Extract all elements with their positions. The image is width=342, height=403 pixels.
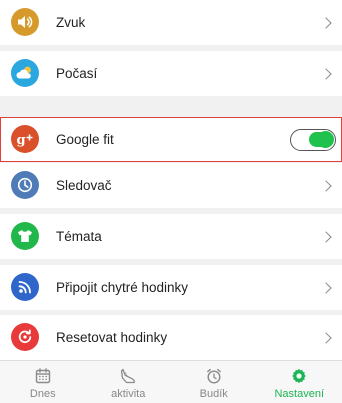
chevron-right-icon (320, 179, 332, 192)
settings-row-label: Témata (56, 228, 102, 244)
settings-row-themes[interactable]: Témata (0, 214, 342, 259)
tshirt-icon (11, 222, 39, 250)
settings-row-label: Google fit (56, 131, 114, 147)
reset-icon (11, 323, 39, 351)
chevron-right-icon (320, 16, 332, 29)
weather-icon (11, 59, 39, 87)
settings-row-label: Sledovač (56, 177, 112, 193)
tab-label: aktivita (111, 388, 146, 400)
tab-label: Nastavení (274, 388, 325, 400)
tab-label: Budík (199, 388, 228, 400)
tab-alarm[interactable]: Budík (171, 361, 257, 403)
settings-row-label: Počasí (56, 65, 98, 81)
tab-settings[interactable]: Nastavení (257, 361, 342, 403)
settings-row-connect-watch[interactable]: Připojit chytré hodinky (0, 265, 342, 310)
calendar-icon (34, 367, 52, 385)
tab-label: Dnes (29, 388, 56, 400)
clock-icon (11, 171, 39, 199)
settings-row-reset-watch[interactable]: Resetovat hodinky (0, 315, 342, 360)
toggle-knob (317, 131, 334, 148)
settings-row-sound[interactable]: Zvuk (0, 0, 342, 45)
settings-row-label: Zvuk (56, 14, 86, 30)
settings-row-label: Připojit chytré hodinky (56, 279, 189, 295)
tab-today[interactable]: Dnes (0, 361, 86, 403)
svg-text:g: g (17, 133, 26, 148)
rss-icon (11, 273, 39, 301)
bottom-tab-bar: Dnes aktivita Budík Nastavení (0, 360, 342, 403)
gear-icon (290, 367, 308, 385)
settings-row-weather[interactable]: Počasí (0, 51, 342, 96)
shoe-icon (119, 367, 137, 385)
chevron-right-icon (320, 331, 332, 344)
settings-row-tracker[interactable]: Sledovač (0, 163, 342, 208)
chevron-right-icon (320, 67, 332, 80)
tab-activity[interactable]: aktivita (86, 361, 172, 403)
settings-row-label: Resetovat hodinky (56, 329, 168, 345)
alarm-clock-icon (205, 367, 223, 385)
chevron-right-icon (320, 230, 332, 243)
google-plus-icon: g (11, 125, 39, 153)
google-fit-toggle[interactable] (290, 129, 336, 151)
settings-row-google-fit[interactable]: g Google fit (0, 117, 342, 162)
chevron-right-icon (320, 281, 332, 294)
speaker-icon (11, 8, 39, 36)
